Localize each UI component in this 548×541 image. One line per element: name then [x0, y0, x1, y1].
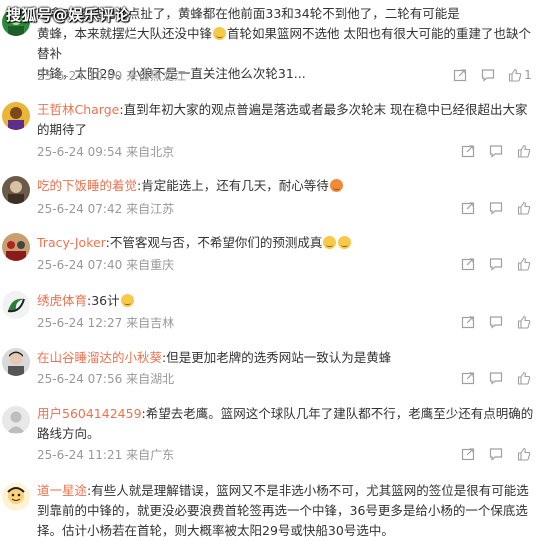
like-icon[interactable]: [510, 199, 538, 217]
comment-item: 在山谷睡溜达的小秋葵:但是更加老牌的选秀网站一致认为是黄蜂 25-6-24 07…: [0, 344, 548, 394]
comment-meta: 25-6-24 12:27 来自吉林: [37, 314, 174, 331]
comment-meta: 25-6-24 07:40 来自重庆: [37, 256, 174, 273]
username-link[interactable]: 王哲林Charge: [37, 102, 119, 117]
fire-emoji-icon: [329, 179, 343, 192]
share-icon[interactable]: [454, 255, 482, 273]
comment-time: 25-6-24 07:40: [37, 258, 123, 272]
comment-body: 绣虎体育:36计: [37, 291, 537, 311]
avatar[interactable]: [2, 406, 30, 434]
comment-icon[interactable]: [482, 369, 510, 387]
like-icon[interactable]: [510, 142, 538, 160]
laugh-emoji-icon: [120, 294, 134, 307]
comment-body: 道一星途:有些人就是理解错误，篮网又不是非选小杨不可，尤其篮网的签位是很有可能选…: [37, 483, 529, 538]
avatar[interactable]: [2, 176, 30, 204]
like-icon[interactable]: [510, 313, 538, 331]
comment-icon[interactable]: [482, 255, 510, 273]
avatar[interactable]: [2, 102, 30, 130]
comment-item: 道一星途:有些人就是理解错误，篮网又不是非选小杨不可，尤其篮网的签位是很有可能选…: [0, 479, 548, 538]
comment-body: Tracy-Joker:不管客观与否，不希望你们的预测成真: [37, 233, 537, 253]
comment-location: 来自北京: [126, 145, 175, 159]
like-icon[interactable]: [510, 369, 538, 387]
comment-location: 来自广东: [126, 448, 175, 462]
comment-time: 25-6-24 12:27: [37, 316, 123, 330]
comment-actions: [454, 313, 538, 331]
comment-meta: 25-6-24 07:56 来自湖北: [37, 370, 174, 387]
watermark-text: 搜狐号@娱乐评论: [6, 6, 131, 24]
smile-emoji-icon: [338, 236, 352, 249]
username-link[interactable]: 绣虎体育: [37, 293, 87, 308]
comment-icon[interactable]: [474, 66, 502, 84]
avatar[interactable]: [2, 348, 30, 376]
comment-item: 吃的下饭睡的着觉:肯定能选上，还有几天，耐心等待 25-6-24 07:42 来…: [0, 172, 548, 222]
comment-icon[interactable]: [482, 199, 510, 217]
comment-actions: [454, 142, 538, 160]
comment-item: 绣虎体育:36计 25-6-24 12:27 来自吉林: [0, 287, 548, 337]
comment-body: 用户5604142459:希望去老鹰。篮网这个球队几年了建队都不行，老鹰至少还有…: [37, 406, 534, 441]
comment-actions: [454, 255, 538, 273]
comment-time: 25-6-24 10:00: [37, 69, 123, 83]
comment-body: 吃的下饭睡的着觉:肯定能选上，还有几天，耐心等待: [37, 176, 537, 196]
comment-text: 不管客观与否，不希望你们的预测成真: [109, 235, 323, 250]
username-link[interactable]: 在山谷睡溜达的小秋葵: [37, 350, 162, 365]
comment-time: 25-6-24 07:42: [37, 202, 123, 216]
smile-emoji-icon: [323, 236, 337, 249]
comment-location: 来自湖北: [126, 372, 175, 386]
comment-icon[interactable]: [482, 313, 510, 331]
comment-location: 来自重庆: [126, 258, 175, 272]
share-icon[interactable]: [454, 445, 482, 463]
comment-body: 王哲林Charge:直到年初大家的观点普遍是落选或者最多次轮末 现在稳中已经很超…: [37, 102, 528, 137]
comment-meta: 25-6-24 10:00 来自黑龙江: [37, 67, 186, 84]
like-icon[interactable]: [510, 255, 538, 273]
comment-actions: 1: [446, 66, 538, 84]
comment-icon[interactable]: [482, 142, 510, 160]
comment-time: 25-6-24 11:21: [37, 448, 123, 462]
username-link[interactable]: 道一星途: [37, 483, 87, 498]
comment-actions: [454, 369, 538, 387]
comment-line: 黄蜂，本来就摆烂大队还没中锋: [37, 26, 213, 41]
comment-text: 但是更加老牌的选秀网站一致认为是黄蜂: [166, 350, 392, 365]
comment-meta: 25-6-24 09:54 来自北京: [37, 143, 174, 160]
like-icon[interactable]: [510, 445, 538, 463]
avatar[interactable]: [2, 291, 30, 319]
like-icon[interactable]: 1: [502, 66, 538, 84]
avatar[interactable]: [2, 483, 30, 511]
username-link[interactable]: 吃的下饭睡的着觉: [37, 178, 137, 193]
share-icon[interactable]: [454, 369, 482, 387]
share-icon[interactable]: [446, 66, 474, 84]
comment-actions: [454, 445, 538, 463]
comment-location: 来自黑龙江: [126, 69, 187, 83]
comment-meta: 25-6-24 07:42 来自江苏: [37, 200, 174, 217]
share-icon[interactable]: [454, 313, 482, 331]
comment-meta: 25-6-24 11:21 来自广东: [37, 446, 174, 463]
comment-item: 用户5604142459:希望去老鹰。篮网这个球队几年了建队都不行，老鹰至少还有…: [0, 402, 548, 472]
comment-feed: 网拿36签选他有点扯了，黄蜂都在他前面33和34轮不到他了，二轮有可能是 黄蜂，…: [0, 0, 548, 538]
username-link[interactable]: 用户5604142459: [37, 406, 142, 421]
share-icon[interactable]: [454, 199, 482, 217]
comment-location: 来自吉林: [126, 316, 175, 330]
like-count: 1: [524, 68, 532, 82]
username-link[interactable]: Tracy-Joker: [37, 235, 106, 250]
comment-actions: [454, 199, 538, 217]
comment-body: 在山谷睡溜达的小秋葵:但是更加老牌的选秀网站一致认为是黄蜂: [37, 350, 392, 365]
grin-emoji-icon: [213, 27, 227, 40]
share-icon[interactable]: [454, 142, 482, 160]
comment-text: 36计: [91, 293, 120, 308]
comment-icon[interactable]: [482, 445, 510, 463]
comment-item: 王哲林Charge:直到年初大家的观点普遍是落选或者最多次轮末 现在稳中已经很超…: [0, 96, 548, 166]
comment-item: Tracy-Joker:不管客观与否，不希望你们的预测成真 25-6-24 07…: [0, 229, 548, 279]
avatar[interactable]: [2, 233, 30, 261]
comment-text: 有些人就是理解错误，篮网又不是非选小杨不可，尤其篮网的签位是很有可能选到靠前的中…: [37, 483, 529, 538]
comment-text: 肯定能选上，还有几天，耐心等待: [141, 178, 329, 193]
comment-time: 25-6-24 09:54: [37, 145, 123, 159]
comment-location: 来自江苏: [126, 202, 175, 216]
comment-time: 25-6-24 07:56: [37, 372, 123, 386]
